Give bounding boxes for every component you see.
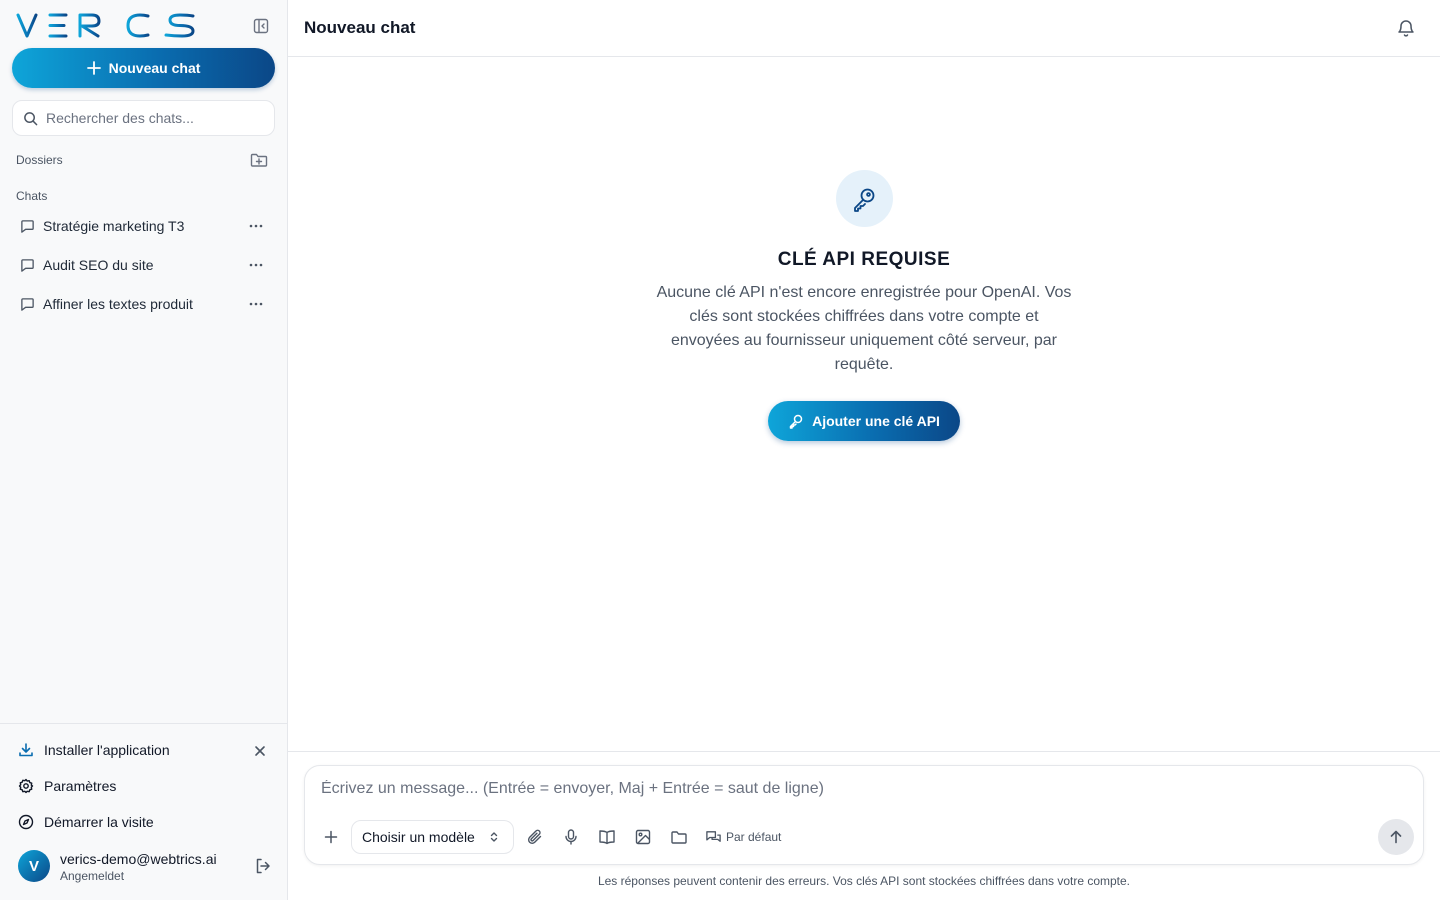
plus-icon[interactable] (322, 828, 340, 846)
sidebar-footer: Installer l'application Paramètres Démar… (0, 723, 287, 900)
book-icon[interactable] (598, 828, 616, 846)
more-icon[interactable] (247, 295, 265, 313)
search-chats[interactable] (12, 100, 275, 136)
message-input[interactable] (321, 780, 1401, 806)
microphone-icon[interactable] (562, 828, 580, 846)
add-api-key-button[interactable]: Ajouter une clé API (768, 401, 960, 441)
user-account[interactable]: V verics-demo@webtrics.ai Angemeldet (18, 850, 278, 886)
more-icon[interactable] (247, 256, 265, 274)
response-mode-toggle[interactable]: Par défaut (705, 828, 781, 846)
new-chat-label: Nouveau chat (108, 60, 201, 76)
chat-list-item[interactable]: Affiner les textes produit (12, 287, 275, 321)
arrow-up-icon (1388, 829, 1404, 845)
close-icon[interactable] (252, 743, 268, 759)
response-mode-label: Par défaut (726, 830, 782, 844)
sidebar: Nouveau chat Dossiers Chats Stratégie ma… (0, 0, 288, 900)
top-bar: Nouveau chat (288, 0, 1440, 57)
user-email: verics-demo@webtrics.ai (60, 851, 217, 867)
settings-item[interactable]: Paramètres (12, 772, 275, 800)
install-app-label: Installer l'application (44, 742, 170, 758)
message-icon (20, 219, 35, 234)
search-input[interactable] (46, 110, 266, 126)
chat-title: Audit SEO du site (43, 257, 154, 273)
start-tour-item[interactable]: Démarrer la visite (12, 808, 275, 836)
message-icon (20, 297, 35, 312)
compass-icon (18, 814, 34, 830)
chats-label: Chats (16, 189, 48, 203)
model-select[interactable]: Choisir un modèle (351, 820, 514, 854)
message-icon (20, 258, 35, 273)
folder-plus-icon[interactable] (250, 151, 268, 169)
paperclip-icon[interactable] (526, 828, 544, 846)
composer-area: Choisir un modèle Par défaut (288, 751, 1440, 900)
message-composer: Choisir un modèle Par défaut (304, 765, 1424, 865)
chevron-updown-icon (487, 830, 501, 844)
api-key-required-panel: CLÉ API REQUISE Aucune clé API n'est enc… (288, 170, 1440, 441)
folders-label: Dossiers (16, 153, 63, 167)
bell-icon[interactable] (1396, 18, 1416, 38)
model-select-label: Choisir un modèle (362, 829, 475, 845)
image-icon[interactable] (634, 828, 652, 846)
install-app-item[interactable]: Installer l'application (12, 736, 275, 764)
avatar: V (18, 850, 50, 882)
chat-list-item[interactable]: Stratégie marketing T3 (12, 209, 275, 243)
more-icon[interactable] (247, 217, 265, 235)
chat-title: Stratégie marketing T3 (43, 218, 185, 234)
collapse-sidebar-icon[interactable] (251, 16, 271, 36)
send-button[interactable] (1378, 819, 1414, 855)
disclaimer-text: Les réponses peuvent contenir des erreur… (597, 874, 1131, 888)
add-api-key-label: Ajouter une clé API (812, 413, 940, 429)
logout-icon[interactable] (254, 857, 272, 875)
folder-icon[interactable] (670, 828, 688, 846)
start-tour-label: Démarrer la visite (44, 814, 154, 830)
chat-title: Affiner les textes produit (43, 296, 193, 312)
search-icon (23, 111, 38, 126)
verics-logo[interactable] (16, 12, 196, 40)
user-status: Angemeldet (60, 869, 125, 883)
empty-state-title: CLÉ API REQUISE (777, 249, 951, 270)
plus-icon (86, 61, 101, 75)
chat-list-item[interactable]: Audit SEO du site (12, 248, 275, 282)
messages-icon (705, 829, 722, 846)
new-chat-button[interactable]: Nouveau chat (12, 48, 275, 88)
key-icon (788, 413, 804, 429)
key-icon (835, 170, 893, 227)
gear-icon (18, 778, 34, 794)
page-title: Nouveau chat (304, 18, 416, 37)
download-icon (18, 742, 34, 758)
settings-label: Paramètres (44, 778, 117, 794)
empty-state-description: Aucune clé API n'est encore enregistrée … (656, 284, 1072, 373)
